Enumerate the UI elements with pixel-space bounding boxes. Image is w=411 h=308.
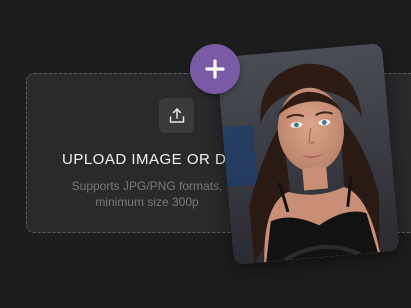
upload-hint-line2: minimum size 300p: [95, 195, 199, 209]
upload-hint-line1: Supports JPG/PNG formats,: [71, 179, 223, 193]
upload-title: UPLOAD IMAGE OR DRA: [62, 151, 249, 168]
upload-hint: Supports JPG/PNG formats, minimum size 3…: [62, 178, 232, 210]
upload-icon: [169, 107, 184, 123]
upload-screen: UPLOAD IMAGE OR DRA Supports JPG/PNG for…: [0, 0, 411, 308]
preview-image-card[interactable]: [216, 43, 400, 265]
portrait-photo: [216, 43, 400, 265]
plus-icon: [205, 59, 225, 79]
upload-icon-button[interactable]: [159, 98, 194, 133]
add-image-button[interactable]: [190, 44, 240, 94]
